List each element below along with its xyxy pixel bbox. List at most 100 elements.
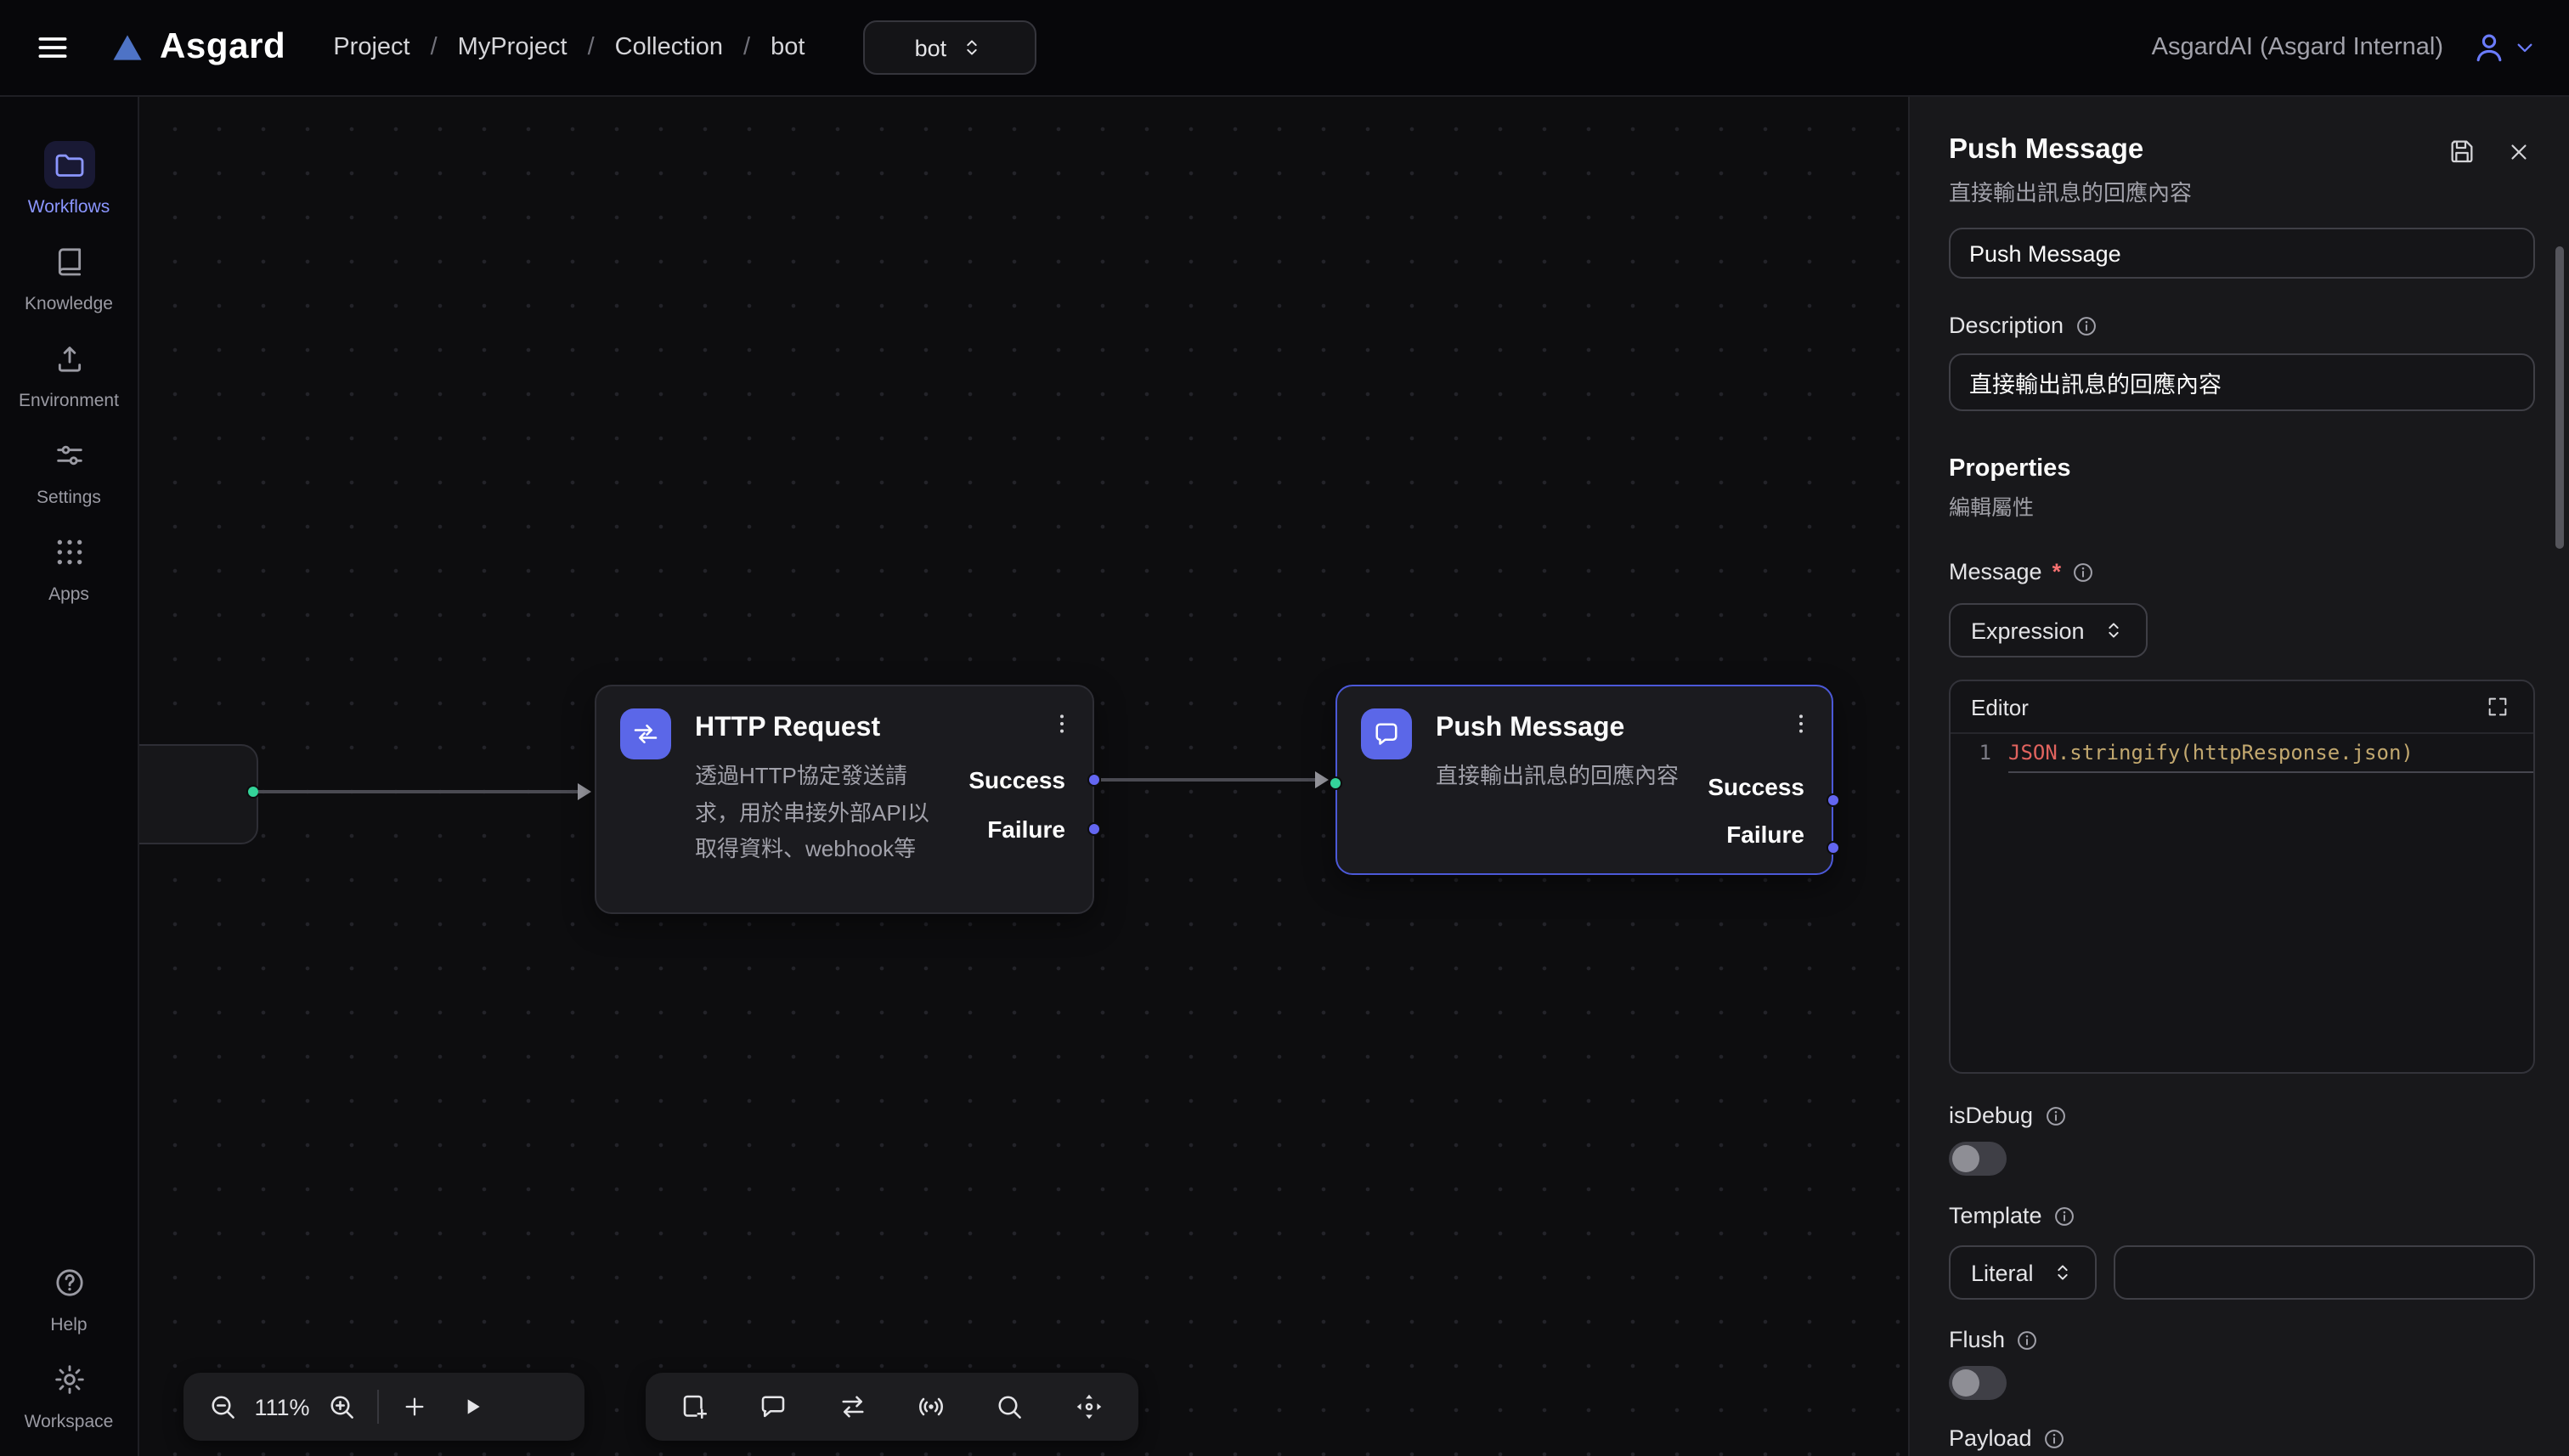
sidebar-bottom: Help Workspace — [6, 1259, 132, 1456]
sidebar-item-workspace[interactable]: Workspace — [6, 1356, 132, 1432]
asgard-logo-icon — [109, 29, 146, 66]
breadcrumb-separator: / — [431, 34, 438, 61]
user-menu-button[interactable] — [2470, 29, 2538, 66]
panel-subtitle: 直接輸出訊息的回應內容 — [1949, 175, 2535, 207]
sidebar-item-knowledge[interactable]: Knowledge — [6, 238, 132, 314]
play-icon — [459, 1393, 486, 1420]
sidebar-item-apps[interactable]: Apps — [6, 528, 132, 605]
template-label-row: Template — [1949, 1203, 2535, 1228]
breadcrumb-project[interactable]: Project — [333, 34, 409, 61]
zoom-level: 111% — [251, 1394, 313, 1419]
zoom-in-icon — [326, 1391, 357, 1422]
template-type-dropdown[interactable]: Literal — [1949, 1245, 2097, 1300]
hamburger-menu-button[interactable] — [27, 22, 78, 73]
breadcrumb-myproject[interactable]: MyProject — [458, 34, 567, 61]
editor-expand-button[interactable] — [2482, 691, 2513, 722]
sidebar-item-help[interactable]: Help — [6, 1259, 132, 1335]
failure-output-handle[interactable] — [1087, 822, 1101, 836]
template-label: Template — [1949, 1203, 2042, 1228]
toolbar-divider — [377, 1390, 379, 1424]
sidebar-item-workflows[interactable]: Workflows — [6, 141, 132, 217]
info-icon — [2074, 313, 2098, 337]
isdebug-toggle[interactable] — [1949, 1142, 2007, 1176]
zoom-out-button[interactable] — [194, 1378, 251, 1436]
fit-view-button[interactable] — [1060, 1378, 1118, 1436]
broadcast-button[interactable] — [902, 1378, 960, 1436]
close-panel-button[interactable] — [2503, 135, 2535, 167]
zoom-in-button[interactable] — [313, 1378, 370, 1436]
node-name-input[interactable] — [1949, 228, 2535, 279]
input-handle[interactable] — [1329, 776, 1342, 790]
start-node-partial[interactable] — [139, 744, 258, 844]
code-content[interactable]: JSON.stringify(httpResponse.json) — [2008, 734, 2533, 773]
flow-select[interactable]: bot — [862, 20, 1036, 75]
isdebug-label-row: isDebug — [1949, 1103, 2535, 1128]
output-label-success: Success — [968, 766, 1065, 793]
node-description-input[interactable] — [1949, 353, 2535, 411]
breadcrumb-collection[interactable]: Collection — [615, 34, 723, 61]
output-label-failure: Failure — [1726, 821, 1804, 848]
payload-label-row: Payload — [1949, 1425, 2535, 1451]
select-chevrons-icon — [2051, 1261, 2075, 1284]
kebab-menu-icon — [1048, 710, 1076, 737]
node-http-request[interactable]: HTTP Request 透過HTTP協定發送請求，用於串接外部API以取得資料… — [595, 685, 1094, 914]
sidebar-item-settings[interactable]: Settings — [6, 432, 132, 508]
zoom-out-icon — [207, 1391, 238, 1422]
panel-title: Push Message — [1949, 134, 2143, 166]
search-icon — [995, 1391, 1025, 1422]
hamburger-icon — [34, 29, 71, 66]
editor-label: Editor — [1971, 694, 2029, 720]
required-mark: * — [2052, 559, 2062, 584]
node-menu-button[interactable] — [1045, 707, 1079, 741]
message-label: Message — [1949, 559, 2042, 584]
breadcrumb-bot[interactable]: bot — [771, 34, 805, 61]
app-name: Asgard — [160, 27, 285, 68]
flush-label: Flush — [1949, 1327, 2005, 1352]
editor-line[interactable]: 1 JSON.stringify(httpResponse.json) — [1951, 734, 2533, 773]
sidebar-item-label: Help — [50, 1315, 87, 1335]
flush-toggle[interactable] — [1949, 1366, 2007, 1400]
sidebar-item-environment[interactable]: Environment — [6, 335, 132, 411]
settings-sliders-icon — [43, 432, 94, 479]
description-label: Description — [1949, 313, 2064, 338]
node-menu-button[interactable] — [1784, 707, 1818, 741]
code-editor: Editor 1 JSON.stringify(httpResponse.jso… — [1949, 680, 2535, 1074]
info-icon — [2042, 1426, 2066, 1450]
kebab-menu-icon — [1787, 710, 1815, 737]
app-logo[interactable]: Asgard — [109, 27, 285, 68]
success-output-handle[interactable] — [1087, 773, 1101, 787]
edge-arrowhead — [1315, 771, 1329, 788]
swap-connections-button[interactable] — [824, 1378, 882, 1436]
push-message-icon — [1361, 708, 1412, 759]
template-row: Literal — [1949, 1245, 2535, 1300]
zoom-toolbar: 111% — [184, 1373, 584, 1441]
save-button[interactable] — [2445, 134, 2479, 168]
account-label: AsgardAI (Asgard Internal) — [2152, 34, 2443, 61]
search-button[interactable] — [981, 1378, 1039, 1436]
app-header: Asgard Project / MyProject / Collection … — [0, 0, 2569, 97]
panel-scrollbar[interactable] — [2555, 246, 2564, 549]
plus-icon — [401, 1393, 428, 1420]
close-icon — [2506, 138, 2532, 164]
node-description: 透過HTTP協定發送請求，用於串接外部API以取得資料、webhook等 — [695, 758, 946, 867]
knowledge-icon — [43, 238, 94, 285]
properties-subtitle: 編輯屬性 — [1949, 489, 2535, 522]
node-push-message[interactable]: Push Message 直接輸出訊息的回應內容 Success Failure — [1335, 685, 1833, 875]
workflow-canvas[interactable]: HTTP Request 透過HTTP協定發送請求，用於串接外部API以取得資料… — [139, 97, 1908, 1456]
info-icon — [2052, 1204, 2076, 1227]
comment-button[interactable] — [745, 1378, 803, 1436]
add-node-button[interactable] — [666, 1378, 724, 1436]
info-icon — [2015, 1328, 2039, 1352]
flush-label-row: Flush — [1949, 1327, 2535, 1352]
failure-output-handle[interactable] — [1827, 841, 1840, 855]
run-button[interactable] — [443, 1378, 501, 1436]
select-chevrons-icon — [2102, 618, 2126, 642]
node-title: HTTP Request — [695, 714, 880, 744]
success-output-handle[interactable] — [1827, 793, 1840, 807]
add-button[interactable] — [386, 1378, 443, 1436]
save-icon — [2448, 138, 2476, 165]
workspace-gear-icon — [43, 1356, 94, 1403]
swap-arrows-icon — [838, 1391, 868, 1422]
message-type-dropdown[interactable]: Expression — [1949, 603, 2148, 657]
template-value-input[interactable] — [2114, 1245, 2535, 1300]
